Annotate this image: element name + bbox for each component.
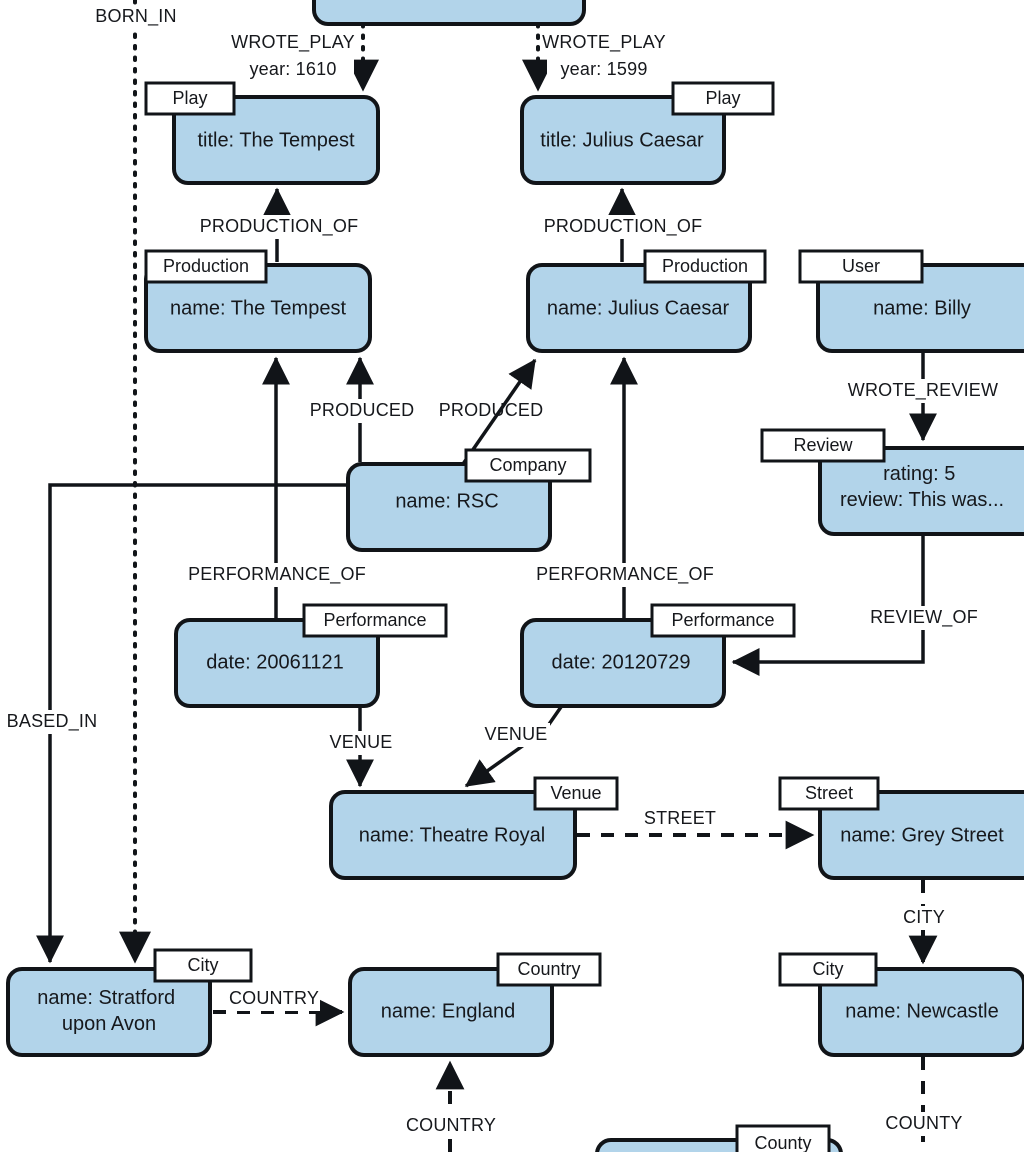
- node-author[interactable]: [312, 0, 586, 26]
- node-props-performance-2012: date: 20120729: [551, 651, 690, 673]
- rel-label-wrote-review: WROTE_REVIEW: [848, 379, 998, 403]
- node-props-play-tempest: title: The Tempest: [197, 129, 355, 151]
- rel-label-produced-caesar: PRODUCED: [439, 400, 544, 420]
- node-props-production-tempest: name: The Tempest: [170, 297, 346, 319]
- node-props-user-billy: name: Billy: [873, 297, 971, 319]
- node-county-clipped[interactable]: County: [595, 1124, 843, 1152]
- rel-label-production-of-caesar: PRODUCTION_OF: [544, 215, 703, 239]
- svg-text:PRODUCTION_OF: PRODUCTION_OF: [200, 216, 359, 237]
- node-label-company: Company: [489, 455, 566, 475]
- node-user-billy[interactable]: User name: Billy: [798, 249, 1024, 353]
- node-label-venue: Venue: [550, 783, 601, 803]
- node-street-grey[interactable]: Street name: Grey Street: [778, 776, 1024, 880]
- stratford-line-1: name: Stratford: [37, 987, 175, 1009]
- node-play-tempest[interactable]: Play title: The Tempest: [144, 81, 380, 185]
- svg-text:REVIEW_OF: REVIEW_OF: [870, 607, 978, 628]
- rel-label-production-of-tempest: PRODUCTION_OF: [200, 215, 359, 239]
- svg-text:PRODUCTION_OF: PRODUCTION_OF: [544, 216, 703, 237]
- node-props-street-grey: name: Grey Street: [840, 824, 1004, 846]
- nodes-layer: Play title: The Tempest Play title: Juli…: [6, 0, 1024, 1152]
- node-city-stratford[interactable]: City name: Stratford upon Avon: [6, 948, 253, 1057]
- svg-text:PERFORMANCE_OF: PERFORMANCE_OF: [536, 564, 714, 585]
- svg-text:BORN_IN: BORN_IN: [95, 6, 176, 27]
- rel-label-based-in: BASED_IN: [3, 710, 101, 734]
- svg-text:COUNTRY: COUNTRY: [229, 988, 319, 1008]
- node-performance-2012[interactable]: Performance date: 20120729: [520, 603, 796, 708]
- svg-text:CITY: CITY: [903, 907, 945, 927]
- svg-text:PERFORMANCE_OF: PERFORMANCE_OF: [188, 564, 366, 585]
- node-play-caesar[interactable]: Play title: Julius Caesar: [520, 81, 775, 185]
- node-label-city-newcastle: City: [813, 959, 844, 979]
- rel-label-review-of: REVIEW_OF: [868, 606, 980, 630]
- node-props-venue: name: Theatre Royal: [359, 824, 545, 846]
- rel-label-country-stratford: COUNTRY: [228, 987, 320, 1011]
- node-props-play-caesar: title: Julius Caesar: [540, 129, 704, 151]
- node-label-county: County: [754, 1133, 811, 1152]
- rel-label-produced-tempest: PRODUCED: [310, 399, 415, 423]
- rel-label-performance-of-2006: PERFORMANCE_OF: [188, 563, 366, 587]
- rel-label-venue-2006: VENUE: [327, 731, 395, 755]
- node-label-street: Street: [805, 783, 853, 803]
- node-label-play-caesar: Play: [705, 88, 740, 108]
- node-label-country: Country: [517, 959, 580, 979]
- node-company-rsc[interactable]: Company name: RSC: [346, 448, 592, 552]
- review-text: review: This was...: [840, 489, 1004, 511]
- rel-label-city: CITY: [895, 906, 953, 930]
- node-label-user: User: [842, 256, 880, 276]
- svg-text:WROTE_REVIEW: WROTE_REVIEW: [848, 380, 998, 401]
- rel-label-born-in: BORN_IN: [84, 5, 188, 29]
- node-props-city-newcastle: name: Newcastle: [845, 1000, 998, 1022]
- svg-text:BASED_IN: BASED_IN: [7, 711, 98, 732]
- graph-svg: Play title: The Tempest Play title: Juli…: [3, 0, 1024, 1152]
- node-production-caesar[interactable]: Production name: Julius Caesar: [526, 249, 767, 353]
- rel-label-venue-2012: VENUE: [482, 723, 550, 747]
- svg-text:COUNTY: COUNTY: [885, 1113, 962, 1133]
- node-label-city-stratford: City: [188, 955, 219, 975]
- node-props-country-england: name: England: [381, 1000, 516, 1022]
- edge-review-of: [731, 536, 925, 676]
- review-rating: rating: 5: [883, 463, 955, 485]
- svg-text:VENUE: VENUE: [484, 724, 547, 744]
- svg-text:PRODUCED: PRODUCED: [439, 400, 544, 420]
- svg-text:PRODUCED: PRODUCED: [310, 400, 415, 420]
- svg-text:VENUE: VENUE: [329, 732, 392, 752]
- node-review[interactable]: Review rating: 5 review: This was...: [760, 428, 1024, 536]
- node-venue-theatre-royal[interactable]: Venue name: Theatre Royal: [329, 776, 619, 880]
- rel-label-wrote-play-caesar: WROTE_PLAY year: 1599: [542, 31, 666, 83]
- rel-label-street: STREET: [641, 807, 719, 831]
- node-city-newcastle[interactable]: City name: Newcastle: [778, 952, 1024, 1057]
- rel-label-country-county: COUNTRY: [405, 1114, 497, 1138]
- node-label-production-caesar: Production: [662, 256, 748, 276]
- node-label-production-tempest: Production: [163, 256, 249, 276]
- node-production-tempest[interactable]: Production name: The Tempest: [144, 249, 372, 353]
- svg-text:WROTE_PLAY: WROTE_PLAY: [231, 32, 355, 53]
- svg-text:year: 1610: year: 1610: [249, 59, 336, 79]
- node-label-performance-2006: Performance: [323, 610, 426, 630]
- node-label-play-tempest: Play: [172, 88, 207, 108]
- node-props-company-rsc: name: RSC: [395, 490, 498, 512]
- node-performance-2006[interactable]: Performance date: 20061121: [174, 603, 448, 708]
- svg-text:COUNTRY: COUNTRY: [406, 1115, 496, 1135]
- stratford-line-2: upon Avon: [62, 1013, 156, 1035]
- node-props-performance-2006: date: 20061121: [206, 651, 344, 673]
- node-country-england[interactable]: Country name: England: [348, 952, 602, 1057]
- node-label-review: Review: [793, 435, 853, 455]
- node-label-performance-2012: Performance: [671, 610, 774, 630]
- node-props-production-caesar: name: Julius Caesar: [547, 297, 730, 319]
- rel-label-wrote-play-tempest: WROTE_PLAY year: 1610: [231, 31, 355, 83]
- rel-label-county: COUNTY: [878, 1112, 970, 1136]
- svg-text:WROTE_PLAY: WROTE_PLAY: [542, 32, 666, 53]
- svg-text:STREET: STREET: [644, 808, 716, 828]
- rel-label-performance-of-2012: PERFORMANCE_OF: [536, 563, 714, 587]
- graph-diagram-canvas: Play title: The Tempest Play title: Juli…: [0, 0, 1024, 1152]
- svg-text:year: 1599: year: 1599: [560, 59, 647, 79]
